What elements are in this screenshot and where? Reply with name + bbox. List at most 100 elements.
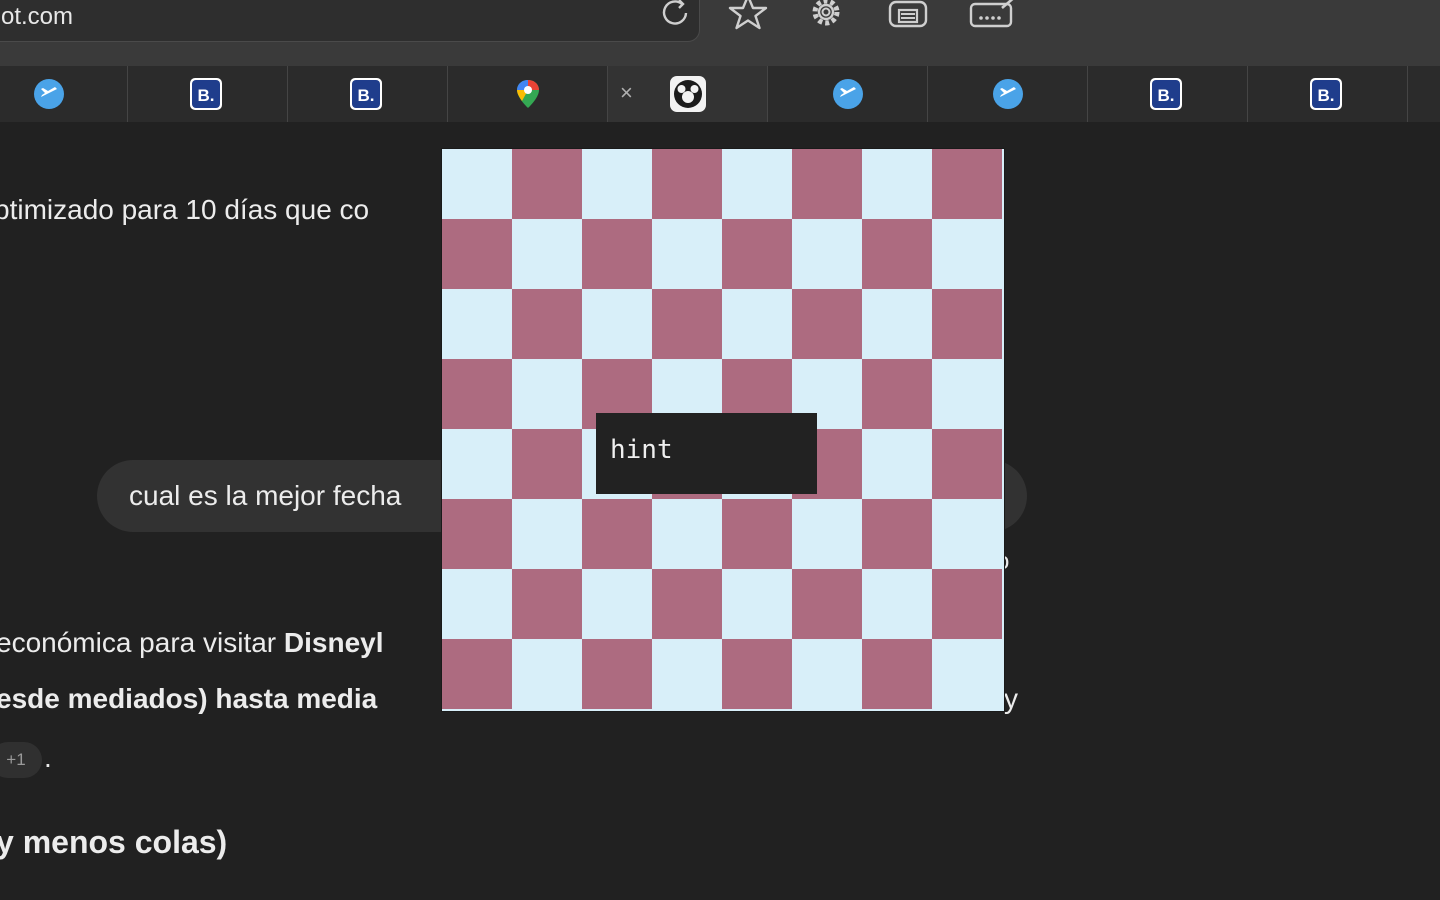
board-square[interactable]	[652, 289, 722, 359]
chat-paragraph: económica para visitar Disneyl	[0, 627, 384, 659]
badge-suffix: .	[44, 742, 52, 773]
board-square[interactable]	[512, 149, 582, 219]
booking-label: B.	[1158, 86, 1175, 105]
board-square[interactable]	[582, 219, 652, 289]
board-square[interactable]	[582, 149, 652, 219]
chat-bold-line: esde mediados) hasta media	[0, 683, 378, 714]
board-square[interactable]	[862, 359, 932, 429]
board-square[interactable]	[932, 359, 1002, 429]
address-bar[interactable]: ot.com	[0, 0, 700, 42]
booking-icon: B.	[190, 78, 222, 110]
tab-strip: B. B. × B. B.	[0, 66, 1440, 123]
tab-active[interactable]: ×	[608, 66, 768, 122]
board-square[interactable]	[932, 429, 1002, 499]
board-square[interactable]	[722, 639, 792, 709]
mickey-icon	[670, 76, 706, 112]
board-square[interactable]	[442, 359, 512, 429]
board-square[interactable]	[512, 289, 582, 359]
plane-icon	[833, 79, 863, 109]
keyboard-icon[interactable]	[968, 0, 1020, 30]
board-square[interactable]	[722, 219, 792, 289]
tab[interactable]: B.	[1088, 66, 1248, 122]
board-square[interactable]	[862, 219, 932, 289]
booking-icon: B.	[350, 78, 382, 110]
board-square[interactable]	[792, 149, 862, 219]
tab[interactable]	[0, 66, 128, 122]
board-square[interactable]	[512, 219, 582, 289]
booking-label: B.	[1318, 86, 1335, 105]
board-square[interactable]	[722, 149, 792, 219]
board-square[interactable]	[932, 149, 1002, 219]
browser-toolbar: ot.com	[0, 0, 1440, 67]
booking-label: B.	[198, 86, 215, 105]
tab[interactable]	[928, 66, 1088, 122]
chat-paragraph-text: económica para visitar	[0, 627, 284, 658]
chat-line-end: y	[1004, 683, 1018, 714]
plane-icon	[993, 79, 1023, 109]
maps-pin-icon	[517, 80, 539, 108]
board-square[interactable]	[932, 289, 1002, 359]
user-message-text: cual es la mejor fecha	[129, 480, 402, 511]
hint-button[interactable]: hint	[596, 413, 817, 494]
board-square[interactable]	[932, 499, 1002, 569]
board-square[interactable]	[932, 569, 1002, 639]
board-square[interactable]	[862, 289, 932, 359]
board-square[interactable]	[862, 569, 932, 639]
board-square[interactable]	[582, 639, 652, 709]
board-square[interactable]	[652, 639, 722, 709]
board-square[interactable]	[442, 289, 512, 359]
board-square[interactable]	[582, 499, 652, 569]
board-square[interactable]	[862, 149, 932, 219]
booking-icon: B.	[1150, 78, 1182, 110]
board-square[interactable]	[442, 639, 512, 709]
board-square[interactable]	[932, 219, 1002, 289]
tab[interactable]	[448, 66, 608, 122]
section-heading: y menos colas)	[0, 824, 228, 860]
board-square[interactable]	[722, 289, 792, 359]
board-square[interactable]	[442, 149, 512, 219]
board-square[interactable]	[792, 219, 862, 289]
board-square[interactable]	[512, 569, 582, 639]
board-square[interactable]	[862, 499, 932, 569]
board-square[interactable]	[792, 639, 862, 709]
board-square[interactable]	[932, 639, 1002, 709]
board-square[interactable]	[722, 569, 792, 639]
url-text[interactable]: ot.com	[1, 3, 73, 31]
board-square[interactable]	[652, 219, 722, 289]
board-square[interactable]	[582, 569, 652, 639]
booking-label: B.	[358, 86, 375, 105]
citation-badge[interactable]: +1	[0, 742, 42, 778]
chat-paragraph-bold: Disneyl	[283, 627, 384, 658]
board-square[interactable]	[792, 499, 862, 569]
board-square[interactable]	[442, 429, 512, 499]
tab[interactable]: B.	[128, 66, 288, 122]
board-square[interactable]	[792, 289, 862, 359]
board-square[interactable]	[442, 219, 512, 289]
board-square[interactable]	[792, 569, 862, 639]
board-square[interactable]	[512, 499, 582, 569]
board-square[interactable]	[512, 429, 582, 499]
star-icon[interactable]	[728, 0, 768, 30]
gear-icon[interactable]	[807, 0, 845, 30]
board-square[interactable]	[512, 359, 582, 429]
plane-icon	[34, 79, 64, 109]
hint-label: hint	[610, 435, 673, 465]
board-square[interactable]	[652, 569, 722, 639]
board-square[interactable]	[582, 289, 652, 359]
tab[interactable]	[768, 66, 928, 122]
board-square[interactable]	[862, 429, 932, 499]
tab[interactable]: B.	[288, 66, 448, 122]
board-square[interactable]	[652, 499, 722, 569]
board-square[interactable]	[862, 639, 932, 709]
board-square[interactable]	[442, 569, 512, 639]
reload-icon[interactable]	[658, 0, 692, 30]
board-square[interactable]	[442, 499, 512, 569]
print-icon[interactable]	[887, 0, 929, 30]
tab-close-icon[interactable]: ×	[620, 81, 633, 105]
board-square[interactable]	[512, 639, 582, 709]
booking-icon: B.	[1310, 78, 1342, 110]
board-square[interactable]	[652, 149, 722, 219]
board-square[interactable]	[722, 499, 792, 569]
tab[interactable]: B.	[1248, 66, 1408, 122]
chat-line: ptimizado para 10 días que co	[0, 194, 370, 225]
